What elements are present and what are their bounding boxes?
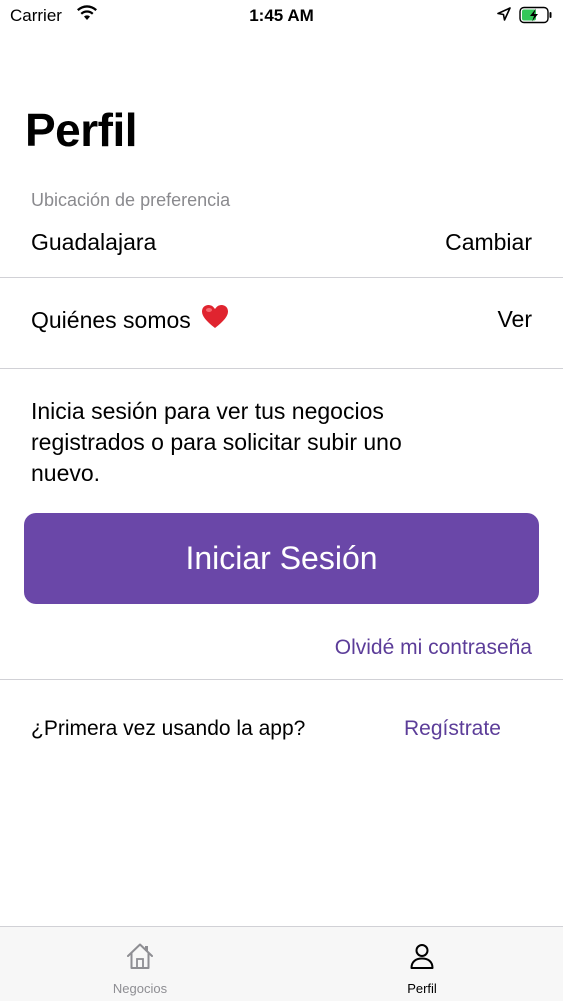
status-bar: Carrier 1:45 AM <box>0 0 563 32</box>
home-icon <box>125 941 155 976</box>
divider <box>0 679 563 680</box>
location-caption: Ubicación de preferencia <box>31 190 231 210</box>
about-label: Quiénes somos <box>31 307 191 334</box>
heart-icon <box>201 304 229 336</box>
location-row: Guadalajara Cambiar <box>0 229 563 259</box>
register-link[interactable]: Regístrate <box>404 717 501 741</box>
first-time-text: ¿Primera vez usando la app? <box>31 717 306 740</box>
page-title: Perfil <box>25 104 138 156</box>
change-location-button[interactable]: Cambiar <box>445 229 532 256</box>
location-arrow-icon <box>497 7 511 26</box>
tab-label: Perfil <box>407 981 437 996</box>
battery-charging-icon <box>519 6 553 29</box>
tab-negocios[interactable]: Negocios <box>70 927 210 1001</box>
tab-bar: Negocios Perfil <box>0 926 563 1001</box>
location-city: Guadalajara <box>31 229 157 255</box>
forgot-password-link[interactable]: Olvidé mi contraseña <box>335 636 532 660</box>
person-icon <box>407 941 437 976</box>
login-button[interactable]: Iniciar Sesión <box>24 513 539 604</box>
tab-label: Negocios <box>112 981 168 996</box>
about-row[interactable]: Quiénes somos Ver <box>0 304 563 338</box>
tab-perfil[interactable]: Perfil <box>352 927 492 1001</box>
divider <box>0 368 563 369</box>
about-label-group: Quiénes somos <box>31 304 229 338</box>
view-about-button[interactable]: Ver <box>497 306 532 333</box>
clock-time: 1:45 AM <box>249 6 314 25</box>
divider <box>0 277 563 278</box>
login-prompt: Inicia sesión para ver tus negocios regi… <box>31 398 402 486</box>
